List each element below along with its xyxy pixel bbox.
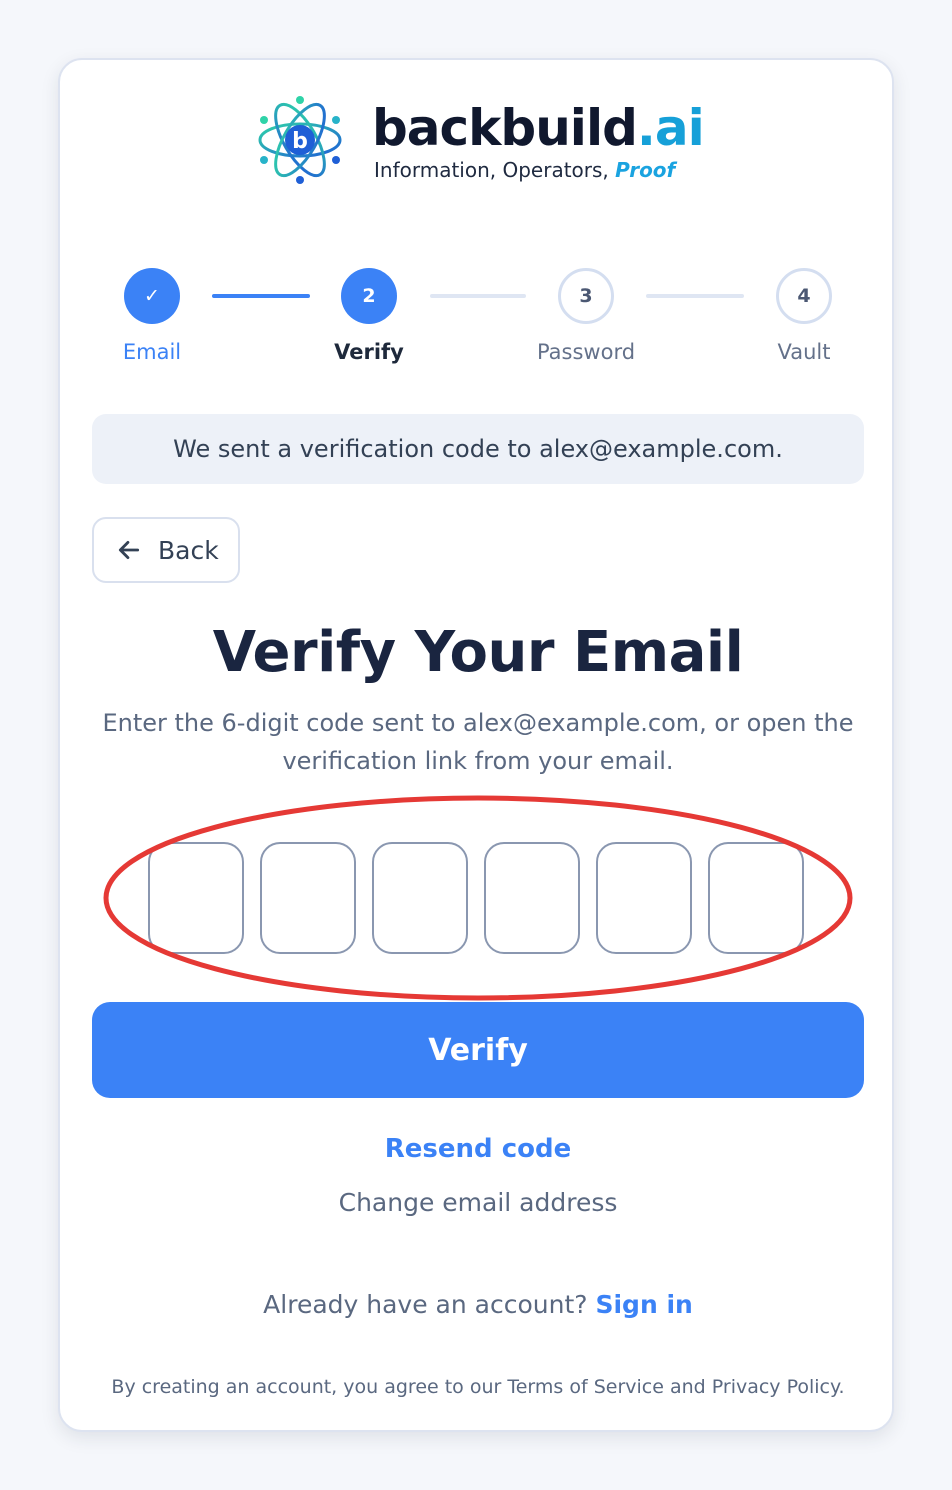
back-button[interactable]: Back <box>92 517 240 583</box>
otp-digit-3[interactable] <box>372 842 468 954</box>
step-email-check-icon: ✓ <box>124 268 180 324</box>
signin-prompt-text: Already have an account? <box>263 1290 596 1319</box>
otp-digit-4[interactable] <box>484 842 580 954</box>
step-verify-label: Verify <box>334 340 404 364</box>
step-password: 3 Password <box>526 268 646 364</box>
step-verify: 2 Verify <box>309 268 429 364</box>
arrow-left-icon <box>118 541 140 559</box>
step-email: ✓ Email <box>92 268 212 364</box>
step-connector-3 <box>646 294 744 298</box>
page-subtitle: Enter the 6-digit code sent to alex@exam… <box>102 709 854 775</box>
otp-digit-5[interactable] <box>596 842 692 954</box>
brand-name: backbuild.ai <box>372 99 705 157</box>
verify-button[interactable]: Verify <box>92 1002 864 1098</box>
signup-card: b backbuild.ai Information, Operators, P… <box>58 58 894 1432</box>
page-title: Verify Your Email <box>212 620 744 685</box>
step-vault: 4 Vault <box>744 268 864 364</box>
step-vault-label: Vault <box>777 340 831 364</box>
step-email-label: Email <box>122 340 182 364</box>
change-email-link[interactable]: Change email address <box>60 1188 896 1217</box>
resend-code-link[interactable]: Resend code <box>60 1134 896 1164</box>
progress-stepper: ✓ Email 2 Verify 3 Password 4 Vault <box>60 268 896 378</box>
signin-link[interactable]: Sign in <box>595 1290 692 1319</box>
otp-digit-2[interactable] <box>260 842 356 954</box>
otp-input-group <box>100 792 856 1004</box>
verification-notice: We sent a verification code to alex@exam… <box>92 414 864 484</box>
back-label: Back <box>158 535 219 565</box>
svg-text:b: b <box>292 129 308 154</box>
legal-notice: By creating an account, you agree to our… <box>111 1376 845 1398</box>
step-vault-number: 4 <box>776 268 832 324</box>
step-password-number: 3 <box>558 268 614 324</box>
brand-logo: b backbuild.ai Information, Operators, P… <box>256 90 716 190</box>
step-verify-number: 2 <box>341 268 397 324</box>
brand-tagline: Information, Operators, Proof <box>374 158 676 182</box>
step-connector-1 <box>212 294 310 298</box>
signin-prompt: Already have an account? Sign in <box>60 1290 896 1319</box>
otp-digit-1[interactable] <box>148 842 244 954</box>
logo-mark-icon: b <box>258 96 342 184</box>
step-password-label: Password <box>536 340 636 364</box>
step-connector-2 <box>430 294 526 298</box>
otp-digit-6[interactable] <box>708 842 804 954</box>
